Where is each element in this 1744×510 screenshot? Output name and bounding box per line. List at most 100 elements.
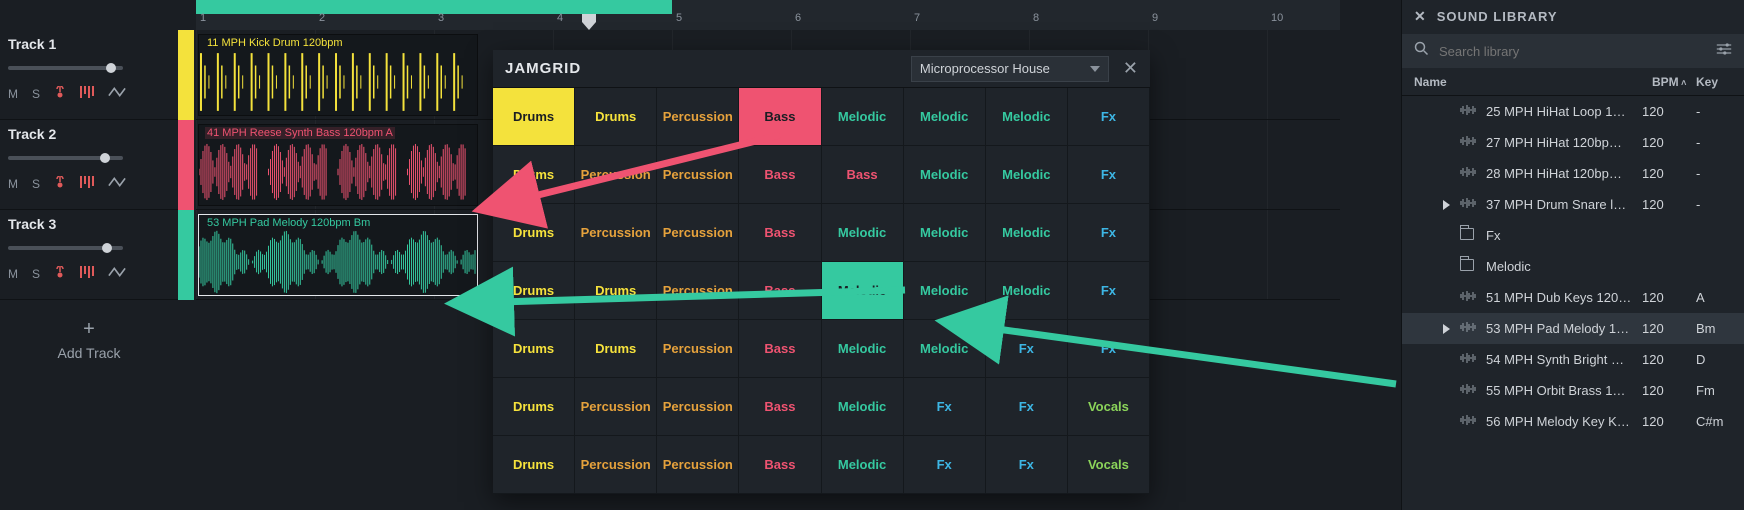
jamgrid-cell-melodic[interactable]: Melodic [822,262,904,320]
jamgrid-cell-drums[interactable]: Drums [493,320,575,378]
jamgrid-cell-drums[interactable]: Drums [493,262,575,320]
mixer-icon[interactable] [80,266,94,281]
volume-slider[interactable] [8,66,123,70]
col-bpm[interactable]: BPM ˄ [1652,75,1696,89]
jamgrid-cell-perc[interactable]: Percussion [575,146,657,204]
jamgrid-cell-melodic[interactable]: Melodic [904,88,986,146]
jamgrid-cell-perc[interactable]: Percussion [575,378,657,436]
jamgrid-cell-bass[interactable]: Bass [739,88,821,146]
jamgrid-cell-perc[interactable]: Percussion [575,436,657,494]
track-header[interactable]: Track 1 M S [0,30,178,120]
solo-button[interactable]: S [32,87,40,101]
jamgrid-cell-drums[interactable]: Drums [493,146,575,204]
play-icon[interactable] [1443,324,1450,334]
mute-button[interactable]: M [8,267,18,281]
jamgrid-cell-fx[interactable]: Fx [1068,88,1150,146]
playhead[interactable] [582,14,596,30]
play-icon[interactable] [1443,200,1450,210]
close-icon[interactable]: ✕ [1123,58,1138,79]
jamgrid-cell-fx[interactable]: Fx [986,378,1068,436]
jamgrid-cell-drums[interactable]: Drums [575,320,657,378]
sound-library-search[interactable] [1402,34,1744,68]
jamgrid-cell-bass[interactable]: Bass [822,146,904,204]
library-sample[interactable]: 56 MPH Melody Key Ki… 120 C#m [1402,406,1744,437]
jamgrid-cell-bass[interactable]: Bass [739,320,821,378]
track-header[interactable]: Track 3 M S [0,210,178,300]
library-sample[interactable]: 27 MPH HiHat 120bp… 120 - [1402,127,1744,158]
mute-button[interactable]: M [8,87,18,101]
solo-button[interactable]: S [32,267,40,281]
jamgrid-cell-melodic[interactable]: Melodic [986,204,1068,262]
library-sample[interactable]: 25 MPH HiHat Loop 1… 120 - [1402,96,1744,127]
audio-clip[interactable]: 11 MPH Kick Drum 120bpm [198,34,478,116]
mute-button[interactable]: M [8,177,18,191]
library-sample[interactable]: 51 MPH Dub Keys 120… 120 A [1402,282,1744,313]
jamgrid-cell-bass[interactable]: Bass [739,204,821,262]
jamgrid-cell-perc[interactable]: Percussion [657,320,739,378]
jamgrid-cell-vocals[interactable]: Vocals [1068,436,1150,494]
close-icon[interactable]: ✕ [1414,8,1427,25]
filter-sliders-icon[interactable] [1716,42,1732,61]
jamgrid-cell-fx[interactable]: Fx [1068,320,1150,378]
jamgrid-cell-perc[interactable]: Percussion [657,436,739,494]
col-name[interactable]: Name [1414,75,1652,89]
jamgrid-cell-drums[interactable]: Drums [575,262,657,320]
jamgrid-cell-melodic[interactable]: Melodic [904,146,986,204]
jamgrid-cell-melodic[interactable]: Melodic [822,378,904,436]
jamgrid-cell-melodic[interactable]: Melodic [822,436,904,494]
record-arm-icon[interactable] [54,86,66,101]
library-sample[interactable]: 54 MPH Synth Bright … 120 D [1402,344,1744,375]
jamgrid-cell-perc[interactable]: Percussion [657,262,739,320]
col-key[interactable]: Key [1696,75,1732,89]
solo-button[interactable]: S [32,177,40,191]
audio-clip[interactable]: 53 MPH Pad Melody 120bpm Bm [198,214,478,296]
library-folder[interactable]: Melodic [1402,251,1744,282]
jamgrid-cell-bass[interactable]: Bass [739,146,821,204]
volume-slider[interactable] [8,246,123,250]
search-input[interactable] [1439,44,1706,59]
jamgrid-cell-perc[interactable]: Percussion [657,88,739,146]
jamgrid-cell-bass[interactable]: Bass [739,262,821,320]
sound-library-list[interactable]: 25 MPH HiHat Loop 1… 120 - 27 MPH HiHat … [1402,96,1744,437]
add-track-button[interactable]: +Add Track [0,318,178,361]
record-arm-icon[interactable] [54,266,66,281]
volume-slider[interactable] [8,156,123,160]
jamgrid-cell-melodic[interactable]: Melodic [904,320,986,378]
library-sample[interactable]: 53 MPH Pad Melody 12… 120 Bm [1402,313,1744,344]
jamgrid-cell-bass[interactable]: Bass [739,436,821,494]
jamgrid-cell-melodic[interactable]: Melodic [904,262,986,320]
library-sample[interactable]: 55 MPH Orbit Brass 1… 120 Fm [1402,375,1744,406]
timeline-ruler[interactable]: 12345678910 [196,0,1340,30]
jamgrid-cell-melodic[interactable]: Melodic [822,204,904,262]
jamgrid-cell-perc[interactable]: Percussion [657,378,739,436]
library-sample[interactable]: 28 MPH HiHat 120bp… 120 - [1402,158,1744,189]
jamgrid-cell-melodic[interactable]: Melodic [822,320,904,378]
audio-clip[interactable]: 41 MPH Reese Synth Bass 120bpm A [198,124,478,206]
jamgrid-cell-drums[interactable]: Drums [493,436,575,494]
jamgrid-cell-drums[interactable]: Drums [493,378,575,436]
automation-icon[interactable] [108,86,126,101]
jamgrid-preset-select[interactable]: Microprocessor House [911,56,1109,82]
jamgrid-cell-drums[interactable]: Drums [493,204,575,262]
loop-region[interactable] [196,0,672,14]
automation-icon[interactable] [108,176,126,191]
jamgrid-cell-melodic[interactable]: Melodic [822,88,904,146]
record-arm-icon[interactable] [54,176,66,191]
mixer-icon[interactable] [80,86,94,101]
jamgrid-cell-perc[interactable]: Percussion [575,204,657,262]
jamgrid-cell-drums[interactable]: Drums [493,88,575,146]
jamgrid-cell-fx[interactable]: Fx [986,320,1068,378]
jamgrid-cell-melodic[interactable]: Melodic [986,88,1068,146]
mixer-icon[interactable] [80,176,94,191]
jamgrid-cell-fx[interactable]: Fx [1068,204,1150,262]
jamgrid-cell-melodic[interactable]: Melodic [986,146,1068,204]
jamgrid-cell-fx[interactable]: Fx [904,378,986,436]
jamgrid-cell-fx[interactable]: Fx [1068,146,1150,204]
automation-icon[interactable] [108,266,126,281]
jamgrid-cell-fx[interactable]: Fx [1068,262,1150,320]
library-folder[interactable]: Fx [1402,220,1744,251]
track-header[interactable]: Track 2 M S [0,120,178,210]
jamgrid-cell-fx[interactable]: Fx [904,436,986,494]
jamgrid-cell-bass[interactable]: Bass [739,378,821,436]
jamgrid-cell-perc[interactable]: Percussion [657,204,739,262]
